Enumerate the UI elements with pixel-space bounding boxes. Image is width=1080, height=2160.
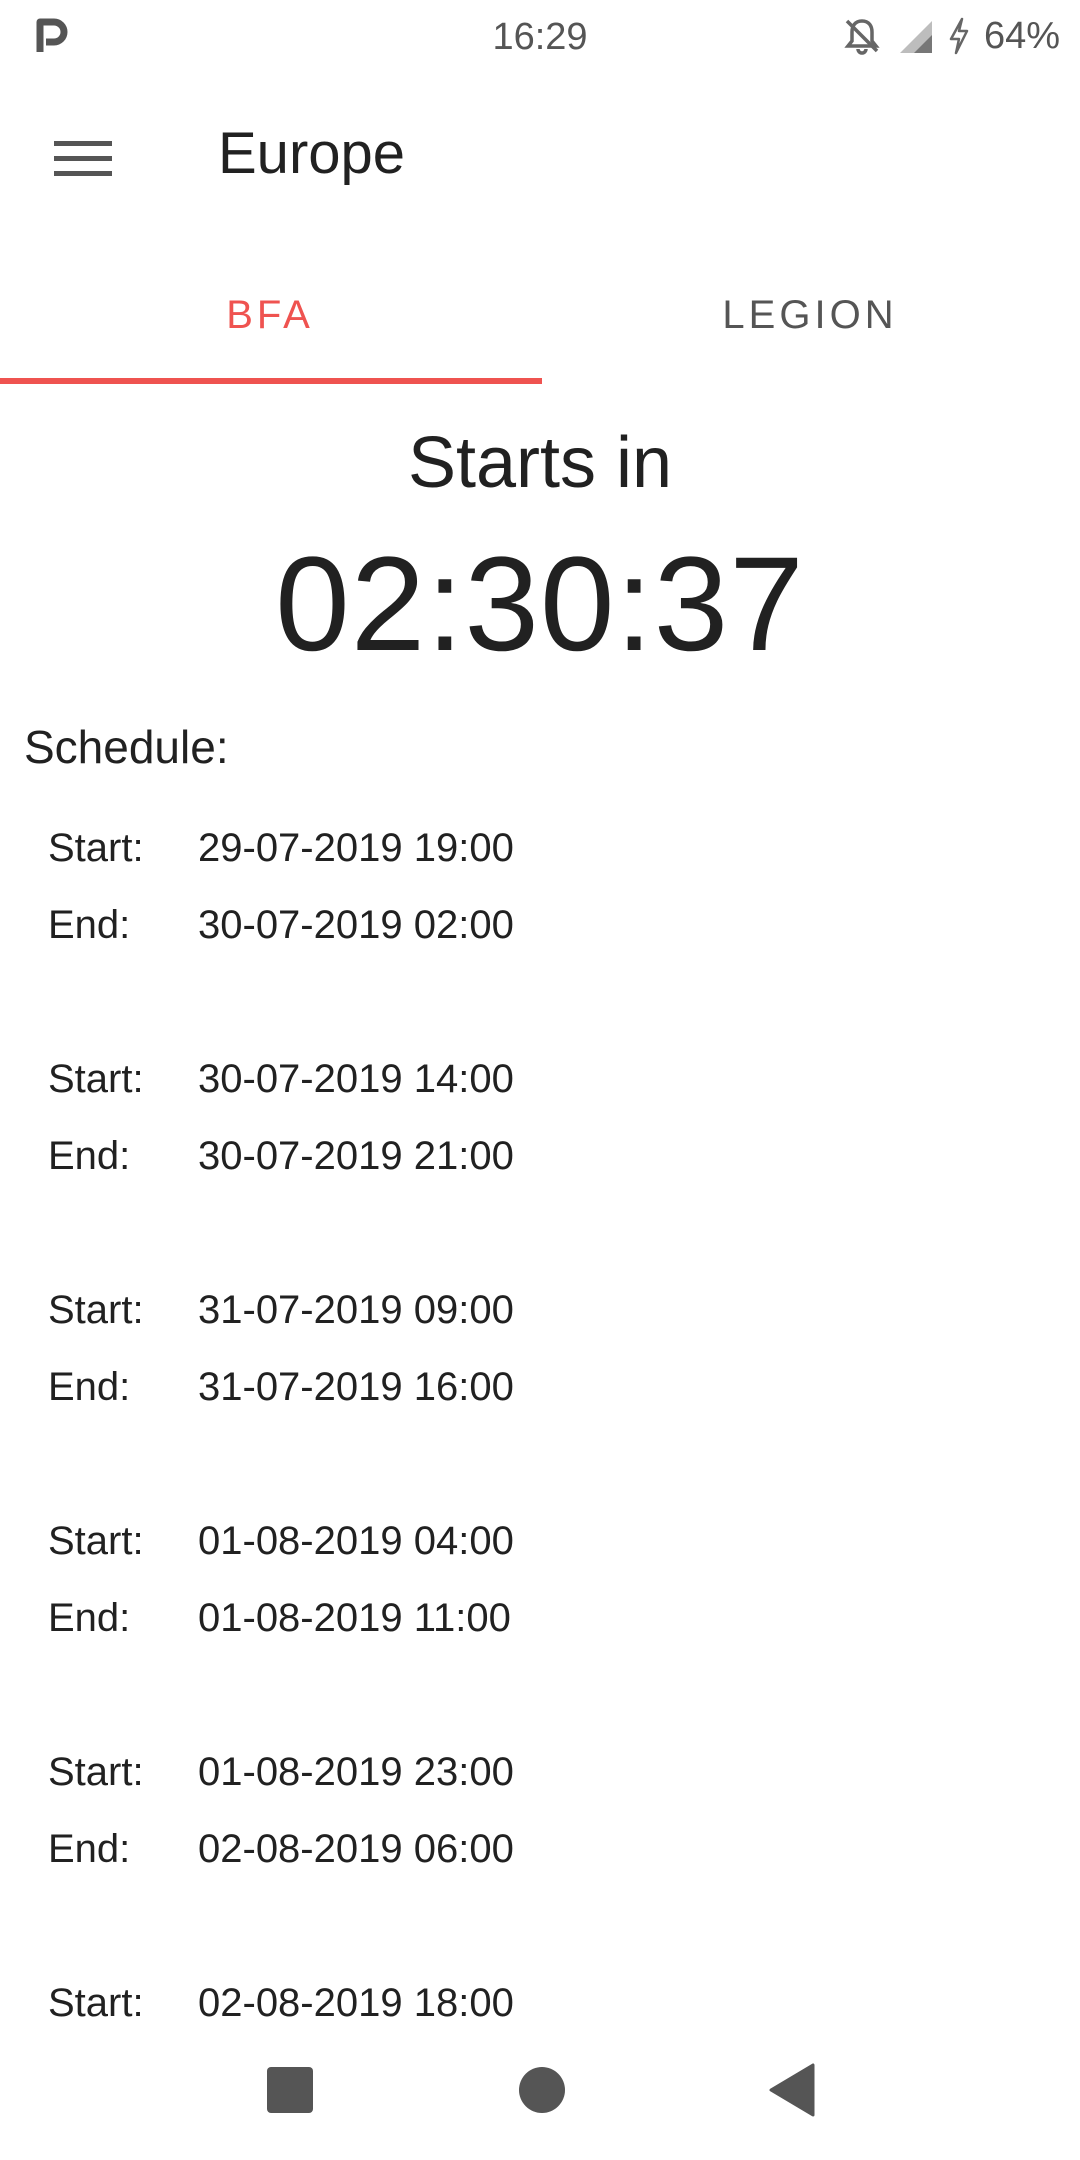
hamburger-menu-icon bbox=[54, 139, 112, 184]
status-icons: 64% bbox=[842, 14, 1060, 58]
end-label: End: bbox=[48, 1365, 131, 1409]
start-label: Start: bbox=[48, 1519, 144, 1563]
end-value: 31-07-2019 16:00 bbox=[198, 1365, 514, 1409]
schedule-entry: Start: 29-07-2019 19:00 End: 30-07-2019 … bbox=[0, 826, 1080, 1057]
schedule-entry: Start: 02-08-2019 18:00 End: bbox=[0, 1981, 1080, 2024]
navigation-bar bbox=[0, 2024, 1080, 2160]
notifications-off-icon bbox=[842, 16, 882, 56]
schedule-entry: Start: 01-08-2019 04:00 End: 01-08-2019 … bbox=[0, 1519, 1080, 1750]
tab-indicator bbox=[0, 378, 542, 384]
end-row: End: 30-07-2019 21:00 bbox=[0, 1134, 1080, 1194]
start-row: Start: 02-08-2019 18:00 bbox=[0, 1981, 1080, 2024]
recents-button[interactable] bbox=[258, 2060, 322, 2124]
schedule-entry: Start: 01-08-2019 23:00 End: 02-08-2019 … bbox=[0, 1750, 1080, 1981]
start-value: 30-07-2019 14:00 bbox=[198, 1057, 514, 1101]
menu-button[interactable] bbox=[40, 126, 126, 196]
start-label: Start: bbox=[48, 1750, 144, 1794]
charging-icon bbox=[948, 17, 970, 55]
countdown-label: Starts in bbox=[407, 423, 673, 503]
end-label: End: bbox=[48, 903, 131, 947]
screen: 16:29 64% Europe BFA LEGION Starts in 02… bbox=[0, 0, 1080, 2160]
start-row: Start: 30-07-2019 14:00 bbox=[0, 1057, 1080, 1117]
end-row: End: 02-08-2019 06:00 bbox=[0, 1827, 1080, 1887]
end-label: End: bbox=[48, 1827, 131, 1871]
home-circle-icon bbox=[517, 2065, 567, 2120]
start-value: 01-08-2019 23:00 bbox=[198, 1750, 514, 1794]
start-value: 31-07-2019 09:00 bbox=[198, 1288, 514, 1332]
start-row: Start: 31-07-2019 09:00 bbox=[0, 1288, 1080, 1348]
battery-percentage: 64% bbox=[983, 14, 1060, 57]
start-row: Start: 29-07-2019 19:00 bbox=[0, 826, 1080, 886]
home-button[interactable] bbox=[510, 2060, 574, 2124]
end-value: 30-07-2019 02:00 bbox=[198, 903, 514, 947]
schedule-list[interactable]: Start: 29-07-2019 19:00 End: 30-07-2019 … bbox=[0, 826, 1080, 2024]
tab-legion[interactable]: LEGION bbox=[540, 250, 1080, 380]
end-label: End: bbox=[48, 1134, 131, 1178]
start-value: 02-08-2019 18:00 bbox=[198, 1981, 514, 2024]
tab-bar: BFA LEGION bbox=[0, 250, 1080, 386]
app-bar: Europe bbox=[0, 80, 1080, 240]
schedule-heading: Schedule: bbox=[24, 721, 229, 773]
start-row: Start: 01-08-2019 04:00 bbox=[0, 1519, 1080, 1579]
tab-bfa[interactable]: BFA bbox=[0, 250, 540, 380]
end-value: 30-07-2019 21:00 bbox=[198, 1134, 514, 1178]
start-label: Start: bbox=[48, 826, 144, 870]
recents-square-icon bbox=[265, 2065, 315, 2120]
start-label: Start: bbox=[48, 1057, 144, 1101]
start-value: 01-08-2019 04:00 bbox=[198, 1519, 514, 1563]
page-title: Europe bbox=[218, 121, 406, 186]
countdown-timer: 02:30:37 bbox=[275, 530, 805, 679]
start-row: Start: 01-08-2019 23:00 bbox=[0, 1750, 1080, 1810]
schedule-entry: Start: 31-07-2019 09:00 End: 31-07-2019 … bbox=[0, 1288, 1080, 1519]
schedule-entry: Start: 30-07-2019 14:00 End: 30-07-2019 … bbox=[0, 1057, 1080, 1288]
end-value: 02-08-2019 06:00 bbox=[198, 1827, 514, 1871]
back-button[interactable] bbox=[760, 2060, 824, 2124]
start-label: Start: bbox=[48, 1981, 144, 2024]
status-bar: 16:29 64% bbox=[0, 0, 1080, 72]
signal-icon bbox=[896, 17, 934, 55]
start-value: 29-07-2019 19:00 bbox=[198, 826, 514, 870]
end-row: End: 30-07-2019 02:00 bbox=[0, 903, 1080, 963]
start-label: Start: bbox=[48, 1288, 144, 1332]
back-triangle-icon bbox=[767, 2063, 817, 2122]
end-row: End: 01-08-2019 11:00 bbox=[0, 1596, 1080, 1656]
end-row: End: 31-07-2019 16:00 bbox=[0, 1365, 1080, 1425]
end-label: End: bbox=[48, 1596, 131, 1640]
end-value: 01-08-2019 11:00 bbox=[198, 1596, 511, 1640]
